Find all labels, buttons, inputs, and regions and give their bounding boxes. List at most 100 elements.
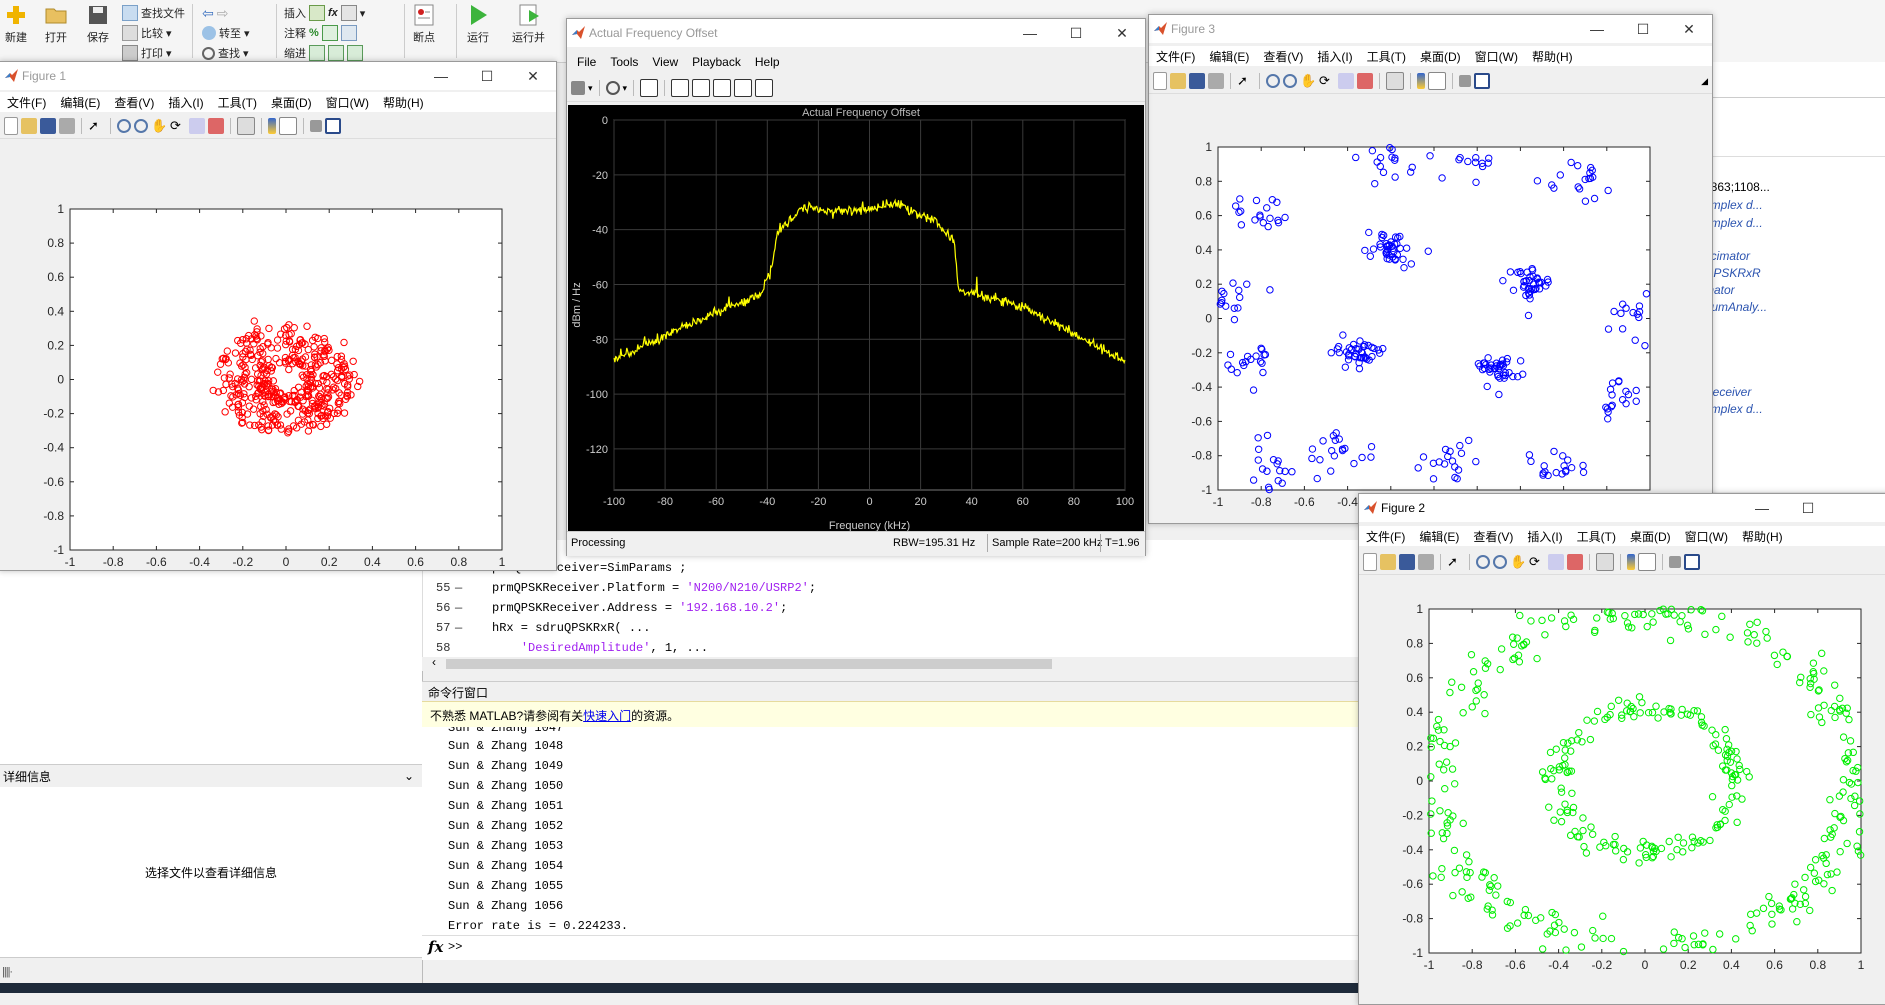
menu-file[interactable]: 文件(F)	[1149, 48, 1202, 65]
find-button[interactable]: 查找 ▾	[202, 45, 249, 61]
menu-edit[interactable]: 编辑(E)	[1412, 528, 1466, 545]
menu-view[interactable]: 查看(V)	[1466, 528, 1520, 545]
editor-scrollbar[interactable]: ‹	[422, 655, 1358, 671]
minimize-icon[interactable]: —	[1007, 19, 1053, 47]
figure3-titlebar[interactable]: Figure 3 — ☐ ✕	[1149, 15, 1712, 43]
goto-button[interactable]: 转至 ▾	[202, 25, 250, 41]
close-icon[interactable]: ✕	[510, 62, 556, 90]
zoom-in-icon[interactable]	[605, 81, 620, 95]
quick-start-link[interactable]: 快速入门	[583, 709, 631, 723]
new-figure-icon[interactable]	[1363, 553, 1377, 571]
new-button[interactable]: 新建	[4, 4, 28, 45]
back-button[interactable]: ⇦ ⇨	[202, 5, 228, 22]
menu-tools[interactable]: 工具(T)	[211, 94, 264, 111]
maximize-icon[interactable]: ☐	[1620, 15, 1666, 43]
menu-file[interactable]: File	[567, 55, 603, 69]
figure1-axes[interactable]: -1 -0.8 -0.6 -0.4 -0.2 0 0.2 0.4 0.6 0.8 1 1 0.8 0.6 0…	[0, 140, 556, 570]
brush-icon[interactable]	[1567, 554, 1583, 570]
menu-insert[interactable]: 插入(I)	[1310, 48, 1359, 65]
menu-help[interactable]: 帮助(H)	[1525, 48, 1580, 65]
chevron-down-icon[interactable]: ▾	[588, 83, 593, 94]
save-icon[interactable]	[1399, 554, 1415, 570]
properties-icon[interactable]	[671, 79, 690, 97]
zoom-out-icon[interactable]	[1493, 555, 1507, 569]
run-advance-button[interactable]: 运行并	[512, 4, 545, 45]
minimize-icon[interactable]: —	[1574, 15, 1620, 43]
maximize-icon[interactable]: ☐	[1785, 494, 1831, 522]
data-cursor-icon[interactable]	[189, 118, 205, 134]
figure3-window[interactable]: Figure 3 — ☐ ✕ 文件(F) 编辑(E) 查看(V) 插入(I) 工…	[1148, 14, 1713, 524]
insert-button[interactable]: 插入 fx ▾	[284, 5, 365, 21]
zoom-in-icon[interactable]	[1476, 555, 1490, 569]
command-window-output[interactable]: Sun & Zhang 1047 Sun & Zhang 1048 Sun & …	[422, 727, 1358, 959]
data-cursor-icon[interactable]	[1338, 73, 1354, 89]
zoom-in-icon[interactable]	[1266, 74, 1280, 88]
menu-desktop[interactable]: 桌面(D)	[1413, 48, 1468, 65]
figure2-titlebar[interactable]: Figure 2 — ☐	[1359, 494, 1885, 522]
comment-button[interactable]: 注释%	[284, 25, 357, 41]
rotate-icon[interactable]: ⟳	[1319, 73, 1335, 89]
zoom-out-icon[interactable]	[134, 119, 148, 133]
print-icon[interactable]	[59, 118, 75, 134]
new-figure-icon[interactable]	[4, 117, 18, 135]
show-plot-tools-icon[interactable]	[325, 118, 341, 134]
maximize-icon[interactable]: ☐	[464, 62, 510, 90]
menu-view[interactable]: 查看(V)	[1256, 48, 1310, 65]
pan-icon[interactable]: ✋	[151, 118, 167, 134]
spectrum-axes[interactable]: Actual Frequency Offset -100 -80 -60 -40 -20 0…	[568, 105, 1144, 531]
brush-icon[interactable]	[208, 118, 224, 134]
spectrum-titlebar[interactable]: Actual Frequency Offset — ☐ ✕	[567, 19, 1145, 47]
legend-icon[interactable]	[1638, 553, 1656, 571]
hide-plot-tools-icon[interactable]	[310, 120, 322, 132]
show-plot-tools-icon[interactable]	[1684, 554, 1700, 570]
measurements-icon[interactable]	[713, 79, 732, 97]
indent-button[interactable]: 缩进	[284, 45, 363, 61]
zoom-out-icon[interactable]	[1283, 74, 1297, 88]
data-cursor-icon[interactable]	[1548, 554, 1564, 570]
figure1-window[interactable]: Figure 1 — ☐ ✕ 文件(F) 编辑(E) 查看(V) 插入(I) 工…	[0, 61, 557, 571]
new-figure-icon[interactable]	[1153, 72, 1167, 90]
show-plot-tools-icon[interactable]	[1474, 73, 1490, 89]
close-icon[interactable]: ✕	[1666, 15, 1712, 43]
save-icon[interactable]	[1189, 73, 1205, 89]
menu-window[interactable]: 窗口(W)	[1468, 48, 1525, 65]
open-file-icon[interactable]	[1380, 554, 1396, 570]
menu-insert[interactable]: 插入(I)	[161, 94, 210, 111]
legend-icon[interactable]	[1428, 72, 1446, 90]
print-button[interactable]: 打印 ▾	[122, 45, 172, 61]
figure2-window[interactable]: Figure 2 — ☐ 文件(F) 编辑(E) 查看(V) 插入(I) 工具(…	[1358, 493, 1885, 1005]
toolbar-overflow-icon[interactable]: ◢	[1701, 76, 1708, 87]
save-button[interactable]: 保存	[86, 4, 110, 45]
breakpoints-button[interactable]: 断点	[412, 4, 436, 45]
pan-icon[interactable]: ✋	[1300, 73, 1316, 89]
chevron-left-icon[interactable]: ‹	[432, 655, 436, 669]
channel-measurements-icon[interactable]	[734, 79, 753, 97]
minimize-icon[interactable]: —	[418, 62, 464, 90]
pointer-icon[interactable]: ➚	[1447, 554, 1463, 570]
colorbar-icon[interactable]	[268, 118, 276, 134]
spectrum-window[interactable]: Actual Frequency Offset — ☐ ✕ File Tools…	[566, 18, 1146, 556]
chevron-down-icon[interactable]: ⌄	[404, 769, 414, 783]
zoom-in-icon[interactable]	[117, 119, 131, 133]
menu-help[interactable]: Help	[748, 55, 787, 69]
colorbar-icon[interactable]	[1627, 554, 1635, 570]
link-plot-icon[interactable]	[237, 117, 255, 135]
figure3-axes[interactable]: -1-0.8-0.6-0.4-0.200.20.40.60.8110.80.60…	[1149, 95, 1712, 523]
open-file-icon[interactable]	[21, 118, 37, 134]
menu-view[interactable]: View	[645, 55, 685, 69]
chevron-down-icon[interactable]: ▾	[623, 83, 628, 94]
autoscale-icon[interactable]	[640, 79, 659, 97]
maximize-icon[interactable]: ☐	[1053, 19, 1099, 47]
distortion-icon[interactable]	[755, 79, 774, 97]
menu-tools[interactable]: Tools	[603, 55, 645, 69]
pointer-icon[interactable]: ➚	[1237, 73, 1253, 89]
pointer-icon[interactable]: ➚	[88, 118, 104, 134]
minimize-icon[interactable]: —	[1739, 494, 1785, 522]
menu-window[interactable]: 窗口(W)	[319, 94, 376, 111]
close-icon[interactable]: ✕	[1099, 19, 1145, 47]
compare-button[interactable]: 比较 ▾	[122, 25, 172, 41]
peak-finder-icon[interactable]	[692, 79, 711, 97]
menu-tools[interactable]: 工具(T)	[1360, 48, 1413, 65]
scrollbar-thumb[interactable]	[446, 659, 1052, 669]
figure1-titlebar[interactable]: Figure 1 — ☐ ✕	[0, 62, 556, 90]
